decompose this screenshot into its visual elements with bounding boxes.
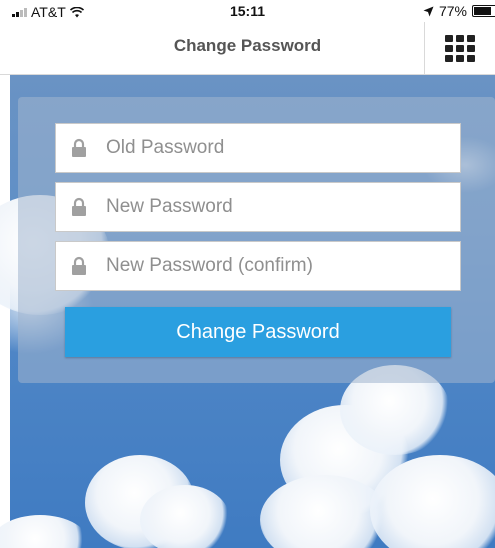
status-right: 77% — [423, 3, 495, 19]
status-bar: AT&T 15:11 77% — [0, 0, 495, 22]
old-password-input[interactable] — [102, 136, 460, 160]
navigation-bar: Change Password — [0, 22, 495, 75]
menu-button[interactable] — [424, 22, 495, 74]
status-time: 15:11 — [229, 3, 266, 19]
new-password-field — [55, 182, 461, 232]
confirm-password-field — [55, 241, 461, 291]
page-title: Change Password — [173, 36, 322, 55]
battery-percent: 77% — [438, 3, 467, 19]
battery-icon — [472, 5, 495, 17]
grid-menu-icon — [445, 34, 475, 62]
lock-icon — [56, 241, 102, 291]
change-password-button[interactable]: Change Password — [65, 307, 451, 357]
cloud-decoration — [140, 485, 230, 548]
location-arrow-icon — [423, 6, 434, 16]
app-screen: AT&T 15:11 77% Change Password Change Pa… — [0, 0, 495, 548]
new-password-input[interactable] — [102, 195, 460, 219]
lock-icon — [56, 182, 102, 232]
cloud-decoration — [0, 515, 90, 548]
lock-icon — [56, 123, 102, 173]
old-password-field — [55, 123, 461, 173]
confirm-password-input[interactable] — [102, 254, 460, 278]
